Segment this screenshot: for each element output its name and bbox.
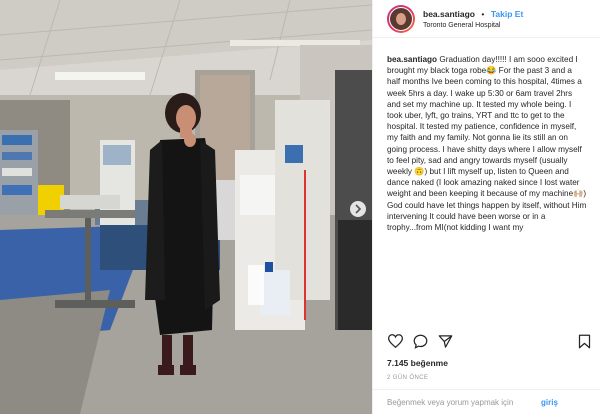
- share-icon[interactable]: [437, 333, 453, 349]
- comment-bar: Beğenmek veya yorum yapmak için giriş: [373, 389, 600, 414]
- likes-count[interactable]: 7.145 beğenme: [387, 358, 448, 368]
- post-photo[interactable]: [0, 0, 372, 414]
- caption-text: Graduation day!!!!! I am sooo excited I …: [387, 55, 587, 233]
- post-timestamp: 2 GÜN ÖNCE: [387, 375, 429, 381]
- hospital-photo-image: [0, 0, 372, 414]
- header-username[interactable]: bea.santiago: [423, 9, 475, 19]
- post-side-panel: bea.santiago • Takip Et Toronto General …: [372, 0, 600, 414]
- next-photo-arrow-icon[interactable]: [349, 200, 367, 218]
- follow-button[interactable]: Takip Et: [491, 9, 523, 19]
- bookmark-icon[interactable]: [576, 333, 592, 349]
- heart-icon[interactable]: [387, 333, 403, 349]
- post-header: bea.santiago • Takip Et Toronto General …: [373, 0, 600, 38]
- comment-icon[interactable]: [412, 333, 428, 349]
- location-link[interactable]: Toronto General Hospital: [423, 20, 523, 31]
- post-caption: bea.santiago Graduation day!!!!! I am so…: [387, 54, 587, 324]
- caption-username[interactable]: bea.santiago: [387, 55, 437, 64]
- instagram-post: bea.santiago • Takip Et Toronto General …: [0, 0, 600, 414]
- comment-login-prompt: Beğenmek veya yorum yapmak için: [387, 397, 514, 407]
- login-link[interactable]: giriş: [541, 398, 558, 407]
- header-separator: •: [481, 8, 485, 19]
- avatar[interactable]: [387, 4, 415, 33]
- action-bar: [387, 332, 592, 350]
- header-text: bea.santiago • Takip Et Toronto General …: [423, 7, 523, 31]
